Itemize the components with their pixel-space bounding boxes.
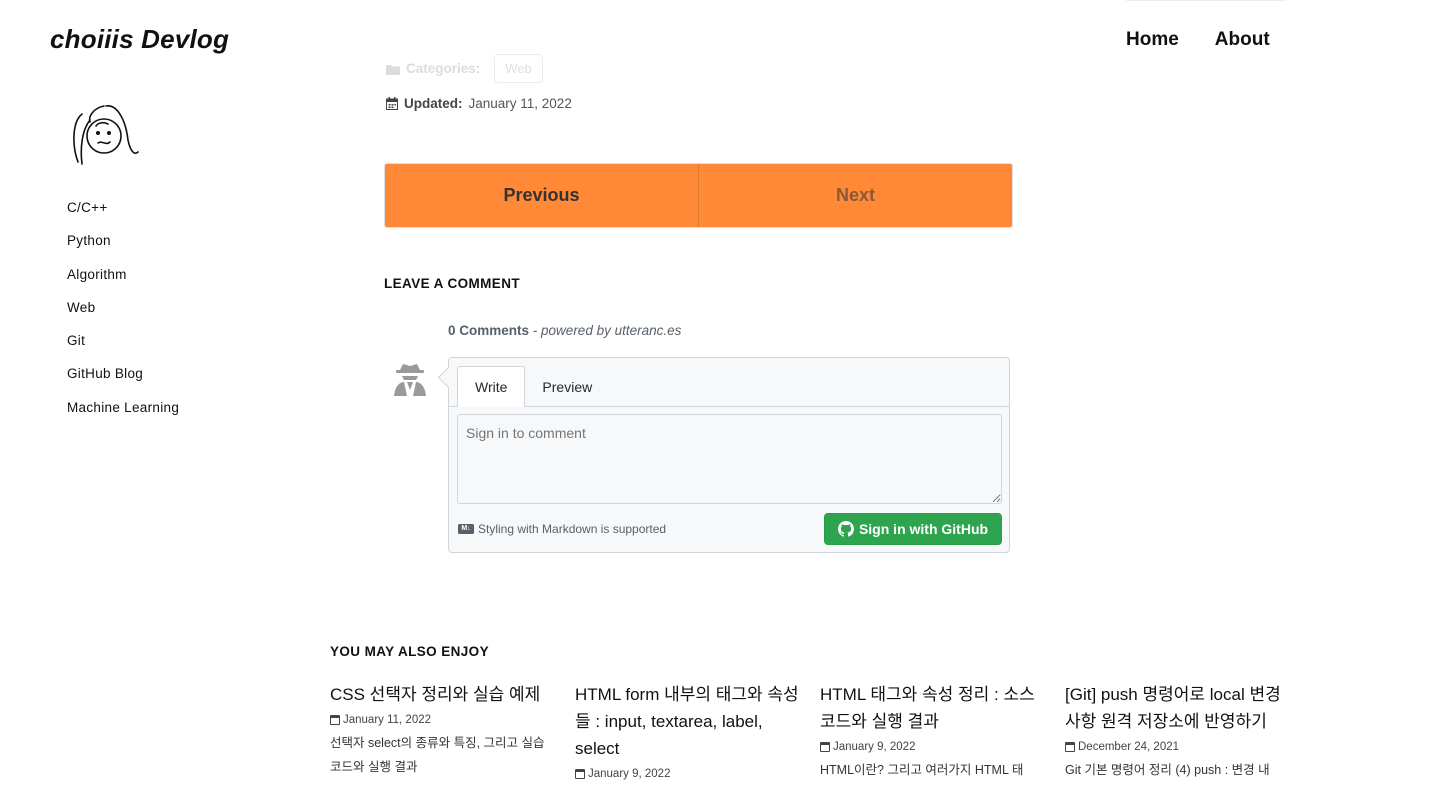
related-post-date: January 9, 2022 xyxy=(588,768,671,780)
related-post-title[interactable]: HTML 태그와 속성 정리 : 소스코드와 실행 결과 xyxy=(820,681,1045,735)
topnav-divider xyxy=(1126,0,1286,1)
comment-section-title: LEAVE A COMMENT xyxy=(384,276,520,291)
previous-button[interactable]: Previous xyxy=(385,164,699,227)
comment-box: Write Preview M↓ Styling with Markdown i… xyxy=(448,357,1010,553)
category-tag[interactable]: Web xyxy=(494,54,543,83)
updated-label: Updated: xyxy=(404,96,463,111)
sidebar-item-algorithm[interactable]: Algorithm xyxy=(67,267,179,300)
calendar-icon xyxy=(330,715,340,725)
related-post-excerpt: 선택자 select의 종류와 특징, 그리고 실습 코드와 실행 결과 xyxy=(330,736,545,774)
sign-in-github-label: Sign in with GitHub xyxy=(858,521,989,537)
related-post-date-row: December 24, 2021 xyxy=(1065,741,1290,753)
related-post-card: HTML form 내부의 태그와 속성들 : input, textarea,… xyxy=(575,681,800,785)
related-post-card: [Git] push 명령어로 local 변경 사항 원격 저장소에 반영하기… xyxy=(1065,681,1290,785)
sidebar-item-github-blog[interactable]: GitHub Blog xyxy=(67,366,179,399)
comment-tabs: Write Preview xyxy=(457,366,609,407)
sidebar-item-python[interactable]: Python xyxy=(67,233,179,266)
post-pager: Previous Next xyxy=(384,163,1013,228)
related-post-date: January 11, 2022 xyxy=(343,714,432,726)
tab-preview[interactable]: Preview xyxy=(525,366,609,407)
sidebar-item-git[interactable]: Git xyxy=(67,333,179,366)
post-categories: Categories: Web xyxy=(386,54,543,83)
related-post-date: January 9, 2022 xyxy=(833,741,916,753)
comments-header: 0 Comments - powered by utteranc.es xyxy=(448,323,681,338)
sidebar-item-cpp[interactable]: C/C++ xyxy=(67,200,179,233)
calendar-icon xyxy=(1065,742,1075,752)
calendar-icon xyxy=(575,769,585,779)
related-posts: CSS 선택자 정리와 실습 예제 January 11, 2022 선택자 s… xyxy=(330,681,1290,785)
next-button[interactable]: Next xyxy=(699,164,1012,227)
markdown-note-text: Styling with Markdown is supported xyxy=(478,522,667,536)
markdown-icon: M↓ xyxy=(458,524,474,534)
updated-date: January 11, 2022 xyxy=(468,96,572,111)
related-post-excerpt: Git 기본 명령어 정리 (4) push : 변경 내 xyxy=(1065,763,1270,777)
post-updated: Updated: January 11, 2022 xyxy=(386,96,572,111)
related-post-card: CSS 선택자 정리와 실습 예제 January 11, 2022 선택자 s… xyxy=(330,681,555,785)
anonymous-user-icon xyxy=(394,364,426,396)
tab-write[interactable]: Write xyxy=(457,366,526,407)
related-post-title[interactable]: HTML form 내부의 태그와 속성들 : input, textarea,… xyxy=(575,681,800,762)
related-post-title[interactable]: [Git] push 명령어로 local 변경 사항 원격 저장소에 반영하기 xyxy=(1065,681,1290,735)
comment-count: 0 Comments xyxy=(448,323,530,338)
folder-icon xyxy=(386,64,400,75)
categories-label: Categories: xyxy=(406,61,481,76)
related-post-date-row: January 9, 2022 xyxy=(575,768,800,780)
calendar-icon xyxy=(386,97,398,110)
related-post-date: December 24, 2021 xyxy=(1078,741,1180,753)
nav-home-link[interactable]: Home xyxy=(1126,29,1179,51)
related-post-excerpt: HTML이란? 그리고 여러가지 HTML 태 xyxy=(820,763,1024,777)
related-post-date-row: January 9, 2022 xyxy=(820,741,1045,753)
powered-by[interactable]: - powered by utteranc.es xyxy=(533,323,682,338)
related-post-date-row: January 11, 2022 xyxy=(330,714,555,726)
related-post-card: HTML 태그와 속성 정리 : 소스코드와 실행 결과 January 9, … xyxy=(820,681,1045,785)
sidebar-item-web[interactable]: Web xyxy=(67,300,179,333)
github-icon xyxy=(837,521,854,537)
related-post-title[interactable]: CSS 선택자 정리와 실습 예제 xyxy=(330,681,555,708)
author-avatar xyxy=(73,105,139,165)
site-title[interactable]: choiiis Devlog xyxy=(50,24,229,55)
sidebar-nav: C/C++ Python Algorithm Web Git GitHub Bl… xyxy=(67,200,179,433)
markdown-note[interactable]: M↓ Styling with Markdown is supported xyxy=(458,522,666,536)
top-navigation: Home About xyxy=(1126,29,1270,51)
sign-in-github-button[interactable]: Sign in with GitHub xyxy=(824,513,1002,545)
comment-textarea[interactable] xyxy=(457,414,1002,504)
related-section-title: YOU MAY ALSO ENJOY xyxy=(330,644,489,659)
nav-about-link[interactable]: About xyxy=(1215,29,1270,51)
sidebar-item-machine-learning[interactable]: Machine Learning xyxy=(67,400,179,433)
calendar-icon xyxy=(820,742,830,752)
